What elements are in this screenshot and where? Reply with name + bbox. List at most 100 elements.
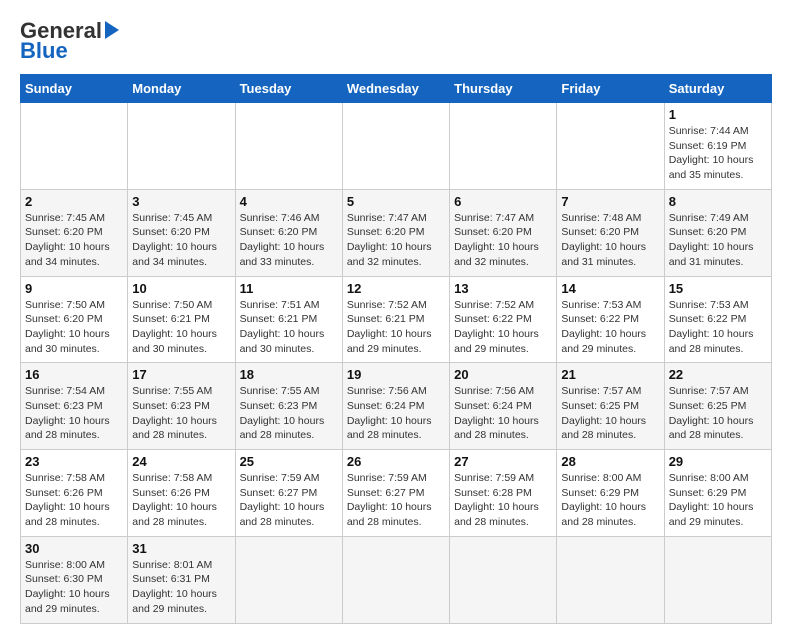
day-info: Sunrise: 7:59 AMSunset: 6:27 PMDaylight:…	[347, 471, 445, 530]
day-number: 9	[25, 281, 123, 296]
day-info: Sunrise: 7:56 AMSunset: 6:24 PMDaylight:…	[347, 384, 445, 443]
calendar-week-row: 9 Sunrise: 7:50 AMSunset: 6:20 PMDaylight…	[21, 276, 772, 363]
day-number: 23	[25, 454, 123, 469]
day-info: Sunrise: 7:56 AMSunset: 6:24 PMDaylight:…	[454, 384, 552, 443]
day-info: Sunrise: 7:50 AMSunset: 6:21 PMDaylight:…	[132, 298, 230, 357]
day-number: 24	[132, 454, 230, 469]
calendar-cell: 23 Sunrise: 7:58 AMSunset: 6:26 PMDayligh…	[21, 450, 128, 537]
calendar-week-row: 16 Sunrise: 7:54 AMSunset: 6:23 PMDayligh…	[21, 363, 772, 450]
logo-blue-text: Blue	[20, 38, 68, 63]
page-header: General Blue	[20, 20, 772, 64]
calendar-cell	[235, 536, 342, 623]
calendar-cell	[235, 103, 342, 190]
calendar-cell: 22 Sunrise: 7:57 AMSunset: 6:25 PMDayligh…	[664, 363, 771, 450]
day-info: Sunrise: 7:59 AMSunset: 6:27 PMDaylight:…	[240, 471, 338, 530]
day-number: 6	[454, 194, 552, 209]
weekday-header-thursday: Thursday	[450, 75, 557, 103]
day-info: Sunrise: 8:00 AMSunset: 6:30 PMDaylight:…	[25, 558, 123, 617]
day-number: 28	[561, 454, 659, 469]
day-number: 10	[132, 281, 230, 296]
day-info: Sunrise: 7:46 AMSunset: 6:20 PMDaylight:…	[240, 211, 338, 270]
calendar-cell: 20 Sunrise: 7:56 AMSunset: 6:24 PMDayligh…	[450, 363, 557, 450]
day-number: 12	[347, 281, 445, 296]
calendar-cell: 11Sunrise: 7:51 AMSunset: 6:21 PMDayligh…	[235, 276, 342, 363]
calendar-week-row: 23 Sunrise: 7:58 AMSunset: 6:26 PMDayligh…	[21, 450, 772, 537]
day-number: 20	[454, 367, 552, 382]
day-number: 22	[669, 367, 767, 382]
logo-arrow-icon	[103, 19, 121, 41]
day-info: Sunrise: 7:55 AMSunset: 6:23 PMDaylight:…	[132, 384, 230, 443]
calendar-cell: 18Sunrise: 7:55 AMSunset: 6:23 PMDayligh…	[235, 363, 342, 450]
day-number: 7	[561, 194, 659, 209]
day-info: Sunrise: 8:01 AMSunset: 6:31 PMDaylight:…	[132, 558, 230, 617]
calendar-table: SundayMondayTuesdayWednesdayThursdayFrid…	[20, 74, 772, 624]
day-number: 11	[240, 281, 338, 296]
day-info: Sunrise: 7:54 AMSunset: 6:23 PMDaylight:…	[25, 384, 123, 443]
day-number: 16	[25, 367, 123, 382]
weekday-header-wednesday: Wednesday	[342, 75, 449, 103]
calendar-cell: 31 Sunrise: 8:01 AMSunset: 6:31 PMDayligh…	[128, 536, 235, 623]
calendar-cell: 7Sunrise: 7:48 AMSunset: 6:20 PMDaylight…	[557, 189, 664, 276]
calendar-cell: 26 Sunrise: 7:59 AMSunset: 6:27 PMDayligh…	[342, 450, 449, 537]
calendar-cell: 5 Sunrise: 7:47 AMSunset: 6:20 PMDaylight…	[342, 189, 449, 276]
day-number: 14	[561, 281, 659, 296]
day-info: Sunrise: 7:45 AMSunset: 6:20 PMDaylight:…	[25, 211, 123, 270]
calendar-cell	[557, 536, 664, 623]
calendar-week-row: 2Sunrise: 7:45 AMSunset: 6:20 PMDaylight…	[21, 189, 772, 276]
calendar-cell: 17 Sunrise: 7:55 AMSunset: 6:23 PMDayligh…	[128, 363, 235, 450]
calendar-cell	[450, 103, 557, 190]
day-info: Sunrise: 7:47 AMSunset: 6:20 PMDaylight:…	[454, 211, 552, 270]
calendar-cell: 28 Sunrise: 8:00 AMSunset: 6:29 PMDayligh…	[557, 450, 664, 537]
day-info: Sunrise: 7:57 AMSunset: 6:25 PMDaylight:…	[561, 384, 659, 443]
calendar-week-row: 1 Sunrise: 7:44 AMSunset: 6:19 PMDaylight…	[21, 103, 772, 190]
day-info: Sunrise: 7:52 AMSunset: 6:21 PMDaylight:…	[347, 298, 445, 357]
calendar-cell: 16 Sunrise: 7:54 AMSunset: 6:23 PMDayligh…	[21, 363, 128, 450]
day-number: 25	[240, 454, 338, 469]
calendar-cell	[128, 103, 235, 190]
day-number: 8	[669, 194, 767, 209]
calendar-cell: 21Sunrise: 7:57 AMSunset: 6:25 PMDayligh…	[557, 363, 664, 450]
calendar-cell	[342, 103, 449, 190]
day-info: Sunrise: 7:47 AMSunset: 6:20 PMDaylight:…	[347, 211, 445, 270]
calendar-cell: 19 Sunrise: 7:56 AMSunset: 6:24 PMDayligh…	[342, 363, 449, 450]
day-info: Sunrise: 7:58 AMSunset: 6:26 PMDaylight:…	[25, 471, 123, 530]
calendar-header-row: SundayMondayTuesdayWednesdayThursdayFrid…	[21, 75, 772, 103]
day-info: Sunrise: 7:49 AMSunset: 6:20 PMDaylight:…	[669, 211, 767, 270]
day-info: Sunrise: 7:45 AMSunset: 6:20 PMDaylight:…	[132, 211, 230, 270]
day-number: 15	[669, 281, 767, 296]
day-number: 5	[347, 194, 445, 209]
day-number: 3	[132, 194, 230, 209]
calendar-cell: 14Sunrise: 7:53 AMSunset: 6:22 PMDayligh…	[557, 276, 664, 363]
calendar-cell: 30 Sunrise: 8:00 AMSunset: 6:30 PMDayligh…	[21, 536, 128, 623]
day-number: 1	[669, 107, 767, 122]
weekday-header-tuesday: Tuesday	[235, 75, 342, 103]
day-number: 29	[669, 454, 767, 469]
day-number: 31	[132, 541, 230, 556]
day-number: 4	[240, 194, 338, 209]
day-number: 27	[454, 454, 552, 469]
day-number: 17	[132, 367, 230, 382]
day-info: Sunrise: 7:44 AMSunset: 6:19 PMDaylight:…	[669, 124, 767, 183]
calendar-cell: 3 Sunrise: 7:45 AMSunset: 6:20 PMDaylight…	[128, 189, 235, 276]
day-info: Sunrise: 7:50 AMSunset: 6:20 PMDaylight:…	[25, 298, 123, 357]
day-info: Sunrise: 8:00 AMSunset: 6:29 PMDaylight:…	[561, 471, 659, 530]
day-info: Sunrise: 7:53 AMSunset: 6:22 PMDaylight:…	[669, 298, 767, 357]
calendar-cell: 2Sunrise: 7:45 AMSunset: 6:20 PMDaylight…	[21, 189, 128, 276]
day-info: Sunrise: 7:55 AMSunset: 6:23 PMDaylight:…	[240, 384, 338, 443]
day-number: 13	[454, 281, 552, 296]
calendar-cell	[342, 536, 449, 623]
day-info: Sunrise: 7:57 AMSunset: 6:25 PMDaylight:…	[669, 384, 767, 443]
calendar-cell	[664, 536, 771, 623]
day-number: 30	[25, 541, 123, 556]
logo: General Blue	[20, 20, 121, 64]
calendar-cell: 24Sunrise: 7:58 AMSunset: 6:26 PMDayligh…	[128, 450, 235, 537]
calendar-cell	[557, 103, 664, 190]
day-number: 26	[347, 454, 445, 469]
calendar-cell: 1 Sunrise: 7:44 AMSunset: 6:19 PMDaylight…	[664, 103, 771, 190]
weekday-header-saturday: Saturday	[664, 75, 771, 103]
calendar-cell: 27Sunrise: 7:59 AMSunset: 6:28 PMDayligh…	[450, 450, 557, 537]
calendar-cell: 29Sunrise: 8:00 AMSunset: 6:29 PMDayligh…	[664, 450, 771, 537]
day-number: 19	[347, 367, 445, 382]
weekday-header-monday: Monday	[128, 75, 235, 103]
calendar-cell: 6 Sunrise: 7:47 AMSunset: 6:20 PMDaylight…	[450, 189, 557, 276]
